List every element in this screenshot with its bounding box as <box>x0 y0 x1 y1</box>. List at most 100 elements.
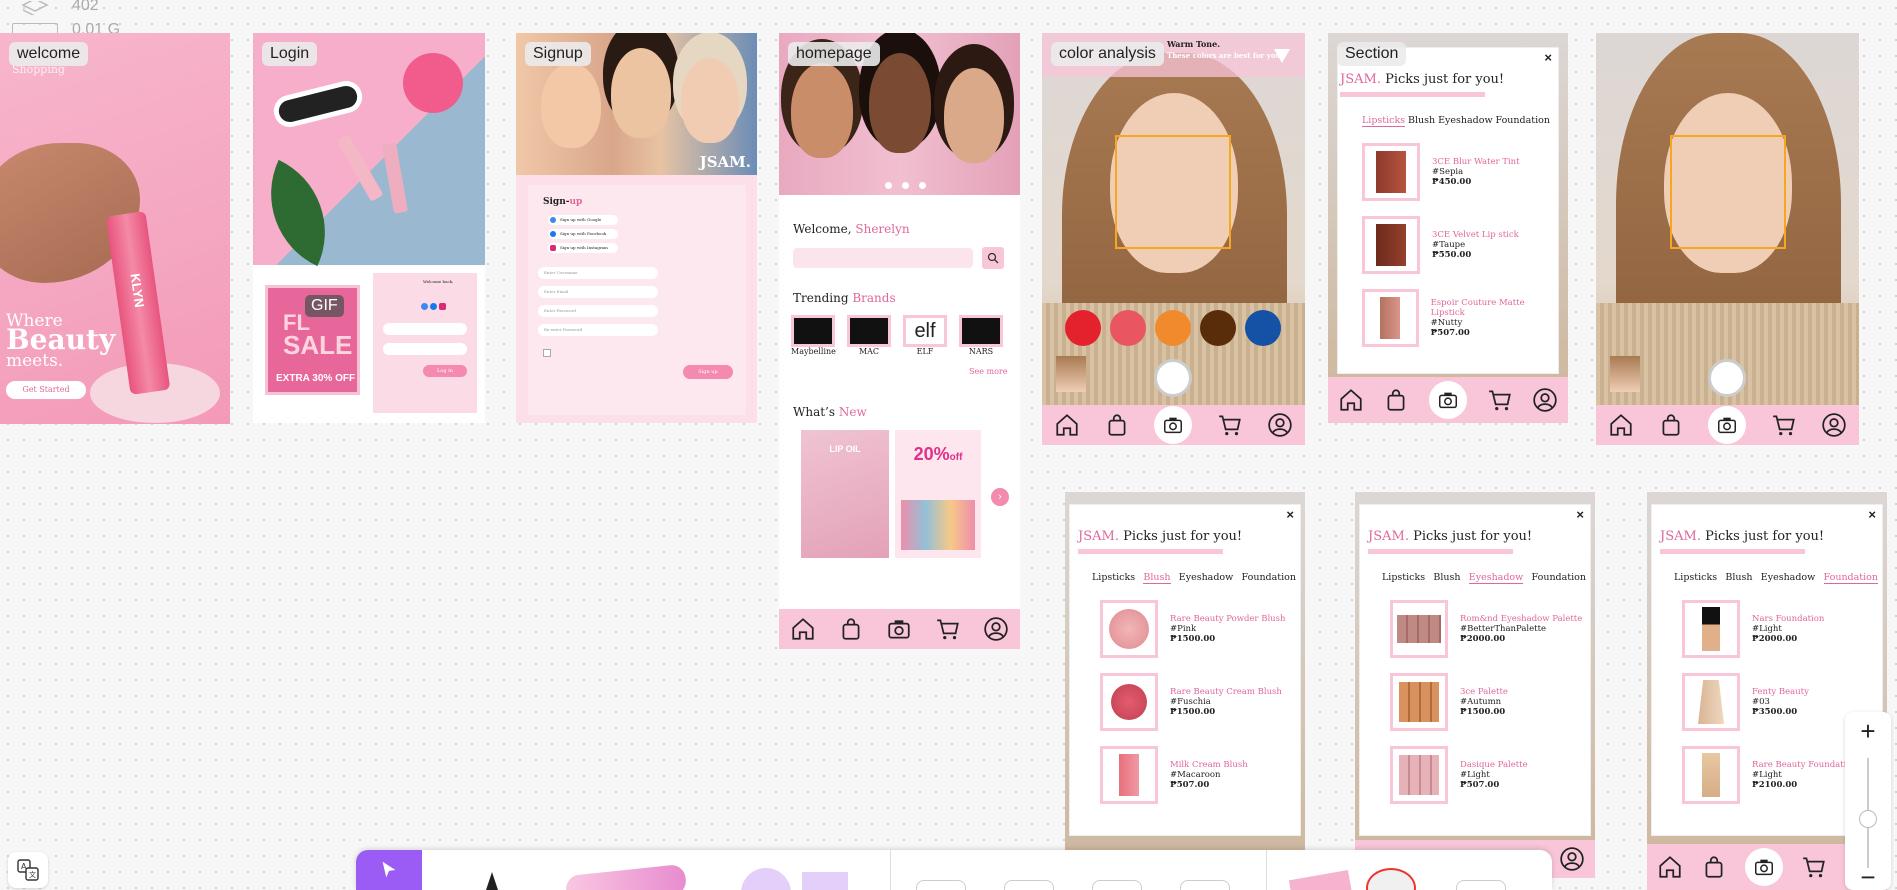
bag-icon[interactable] <box>1701 854 1727 880</box>
signup-password-field[interactable]: Enter Password <box>538 305 658 317</box>
swatch-1[interactable] <box>1065 310 1101 346</box>
product-item[interactable]: Espoir Couture Matte Lipstick #Nutty ₱507.… <box>1362 289 1558 347</box>
facebook-signup-button[interactable]: Sign up with Facebook <box>548 229 618 239</box>
home-icon[interactable] <box>1608 412 1634 438</box>
profile-icon[interactable] <box>1559 846 1585 872</box>
frame-color-analysis[interactable]: Warm Tone. These colors are best for you… <box>1042 33 1305 445</box>
pen-tool[interactable] <box>486 872 498 890</box>
tab-eyeshadow[interactable]: Eyeshadow <box>1438 115 1493 127</box>
tab-lipsticks[interactable]: Lipsticks <box>1674 572 1717 584</box>
signup-repassword-field[interactable]: Re-enter Password <box>538 324 658 336</box>
zoom-in-button[interactable]: + <box>1845 716 1891 747</box>
frame-welcome[interactable]: Shopping KLYN Where Beauty meets. Get St… <box>0 33 230 424</box>
cart-icon[interactable] <box>1217 412 1243 438</box>
carousel-dot[interactable] <box>902 182 909 189</box>
product-item[interactable]: 3CE Velvet Lip stick #Taupe ₱550.00 <box>1362 216 1519 274</box>
camera-button[interactable] <box>1154 406 1193 444</box>
highlighter-tool[interactable] <box>564 863 688 890</box>
camera-button[interactable] <box>1428 381 1467 419</box>
frame-login[interactable]: FL SALE EXTRA 30% OFF GIF Welcome back, … <box>253 33 485 423</box>
product-item[interactable]: Rom&nd Eyeshadow Palette #BetterThanPalet… <box>1390 600 1582 658</box>
promo-card-discount[interactable]: 20%off <box>895 430 981 558</box>
swatch-4[interactable] <box>1200 310 1236 346</box>
carousel-dots[interactable] <box>885 182 926 189</box>
close-icon[interactable]: × <box>1286 507 1294 522</box>
login-username-field[interactable] <box>383 323 467 335</box>
bag-icon[interactable] <box>1658 412 1684 438</box>
bag-icon[interactable] <box>838 616 864 642</box>
zoom-slider-handle[interactable] <box>1859 810 1877 828</box>
brand-mac[interactable] <box>847 315 891 347</box>
gallery-thumbnail[interactable] <box>1610 356 1640 392</box>
shutter-button[interactable] <box>1708 359 1746 397</box>
tab-blush[interactable]: Blush <box>1433 572 1460 584</box>
frame-picks-blush[interactable]: × JSAM. Picks just for you! Lipsticks Bl… <box>1065 492 1305 890</box>
swatch-5[interactable] <box>1245 310 1281 346</box>
bag-icon[interactable] <box>1104 412 1130 438</box>
close-icon[interactable]: × <box>1576 507 1584 522</box>
cart-icon[interactable] <box>1771 412 1797 438</box>
frame-label-homepage[interactable]: homepage <box>788 42 880 66</box>
camera-button[interactable] <box>1745 848 1783 886</box>
signup-email-field[interactable]: Enter Email <box>538 286 658 298</box>
tab-eyeshadow[interactable]: Eyeshadow <box>1179 572 1234 584</box>
frame-label-color-analysis[interactable]: color analysis <box>1051 42 1164 66</box>
product-item[interactable]: Rare Beauty Foundation #Light ₱2100.00 <box>1682 746 1857 804</box>
cart-icon[interactable] <box>935 616 961 642</box>
product-item[interactable]: Dasique Palette #Light ₱507.00 <box>1390 746 1528 804</box>
profile-icon[interactable] <box>983 616 1009 642</box>
home-icon[interactable] <box>1054 412 1080 438</box>
tab-blush[interactable]: Blush <box>1408 115 1435 127</box>
frame-label-welcome[interactable]: welcome <box>9 42 89 66</box>
table-tool[interactable] <box>1004 880 1054 890</box>
shape-square-tool[interactable] <box>802 872 848 890</box>
login-button[interactable]: Log in <box>423 365 467 377</box>
bag-icon[interactable] <box>1383 387 1409 413</box>
tab-blush[interactable]: Blush <box>1143 572 1171 584</box>
tab-blush[interactable]: Blush <box>1725 572 1752 584</box>
profile-icon[interactable] <box>1267 412 1293 438</box>
facebook-icon[interactable] <box>430 303 437 310</box>
brand-nars[interactable] <box>959 315 1003 347</box>
cart-icon[interactable] <box>1801 854 1827 880</box>
terms-checkbox[interactable] <box>543 349 551 357</box>
close-icon[interactable]: × <box>1868 507 1876 522</box>
home-icon[interactable] <box>1338 387 1364 413</box>
tab-foundation[interactable]: Foundation <box>1823 572 1878 584</box>
swatch-2[interactable] <box>1110 310 1146 346</box>
brand-maybelline[interactable] <box>791 315 835 347</box>
frame-label-login[interactable]: Login <box>262 42 318 66</box>
dropdown-triangle-icon[interactable] <box>1274 49 1290 63</box>
translate-button[interactable]: A文 <box>8 852 48 888</box>
product-item[interactable]: Nars Foundation #Light ₱2000.00 <box>1682 600 1824 658</box>
frame-signup[interactable]: JSAM. Sign-up Sign up with Google Sign u… <box>516 33 757 423</box>
tab-lipsticks[interactable]: Lipsticks <box>1382 572 1425 584</box>
see-more-link[interactable]: See more <box>969 367 1007 376</box>
frame-section[interactable]: × JSAM. Picks just for you! Lipsticks Bl… <box>1328 33 1568 423</box>
tab-foundation[interactable]: Foundation <box>1532 572 1586 584</box>
google-icon[interactable] <box>421 303 428 310</box>
gallery-thumbnail[interactable] <box>1056 356 1086 392</box>
tab-lipsticks[interactable]: Lipsticks <box>1362 115 1406 127</box>
product-item[interactable]: Milk Cream Blush #Macaroon ₱507.00 <box>1100 746 1248 804</box>
tab-eyeshadow[interactable]: Eyeshadow <box>1468 572 1524 584</box>
frame-camera[interactable] <box>1596 33 1859 445</box>
product-item[interactable]: Rare Beauty Cream Blush #Fuschia ₱1500.00 <box>1100 673 1282 731</box>
frame-label-section[interactable]: Section <box>1337 42 1407 66</box>
tab-foundation[interactable]: Foundation <box>1496 115 1550 127</box>
product-item[interactable]: Rare Beauty Powder Blush #Pink ₱1500.00 <box>1100 600 1285 658</box>
product-item[interactable]: 3CE Blur Water Tint #Sepia ₱450.00 <box>1362 143 1520 201</box>
tab-eyeshadow[interactable]: Eyeshadow <box>1761 572 1816 584</box>
product-item[interactable]: Fenty Beauty #03 ₱3500.00 <box>1682 673 1809 731</box>
close-icon[interactable]: × <box>1544 50 1552 65</box>
product-item[interactable]: 3ce Palette #Autumn ₱1500.00 <box>1390 673 1508 731</box>
frame-tool[interactable] <box>1092 880 1142 890</box>
carousel-next-button[interactable]: › <box>991 488 1009 506</box>
search-input[interactable] <box>793 248 973 268</box>
tab-foundation[interactable]: Foundation <box>1242 572 1296 584</box>
instagram-icon[interactable] <box>439 303 446 310</box>
shape-circle-tool[interactable] <box>741 868 791 890</box>
promo-card-lip-oil[interactable]: LIP OIL <box>801 430 889 558</box>
signup-username-field[interactable]: Enter Username <box>538 267 658 279</box>
login-password-field[interactable] <box>383 343 467 355</box>
